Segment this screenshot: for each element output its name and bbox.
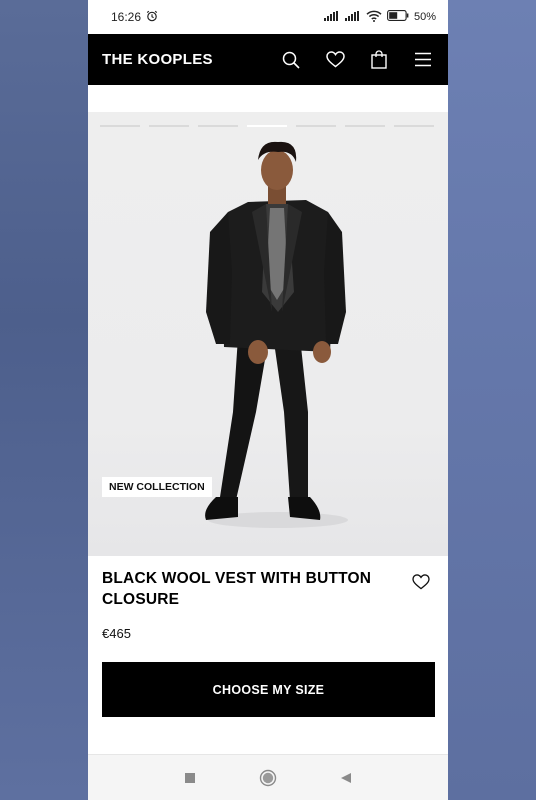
header-spacer bbox=[88, 85, 448, 112]
home-button[interactable] bbox=[258, 768, 278, 788]
wishlist-heart-icon[interactable] bbox=[412, 574, 432, 594]
product-image-carousel[interactable]: NEW COLLECTION bbox=[88, 112, 448, 556]
product-info: BLACK WOOL VEST WITH BUTTON CLOSURE €465 bbox=[102, 568, 434, 641]
heart-icon[interactable] bbox=[324, 49, 346, 71]
choose-size-button[interactable]: CHOOSE MY SIZE bbox=[102, 662, 435, 717]
background-left bbox=[0, 0, 88, 800]
search-icon[interactable] bbox=[280, 49, 302, 71]
brand-logo[interactable]: THE KOOPLES bbox=[102, 51, 213, 68]
shopping-bag-icon[interactable] bbox=[368, 49, 390, 71]
alarm-icon bbox=[146, 10, 158, 25]
product-price: €465 bbox=[102, 626, 131, 641]
recent-apps-button[interactable] bbox=[180, 768, 200, 788]
wifi-icon bbox=[366, 10, 382, 25]
status-time: 16:26 bbox=[111, 10, 142, 24]
battery-icon bbox=[387, 10, 409, 24]
background-right bbox=[448, 0, 536, 800]
menu-icon[interactable] bbox=[412, 49, 434, 71]
back-button[interactable] bbox=[336, 768, 356, 788]
battery-percent: 50% bbox=[413, 11, 436, 23]
site-header: THE KOOPLES bbox=[88, 34, 448, 85]
signal-icon bbox=[323, 10, 340, 24]
new-collection-badge: NEW COLLECTION bbox=[102, 477, 212, 497]
signal-icon-2 bbox=[344, 10, 361, 24]
system-navigation-bar bbox=[88, 754, 448, 800]
status-bar: 16:26 50% bbox=[88, 0, 448, 34]
product-title: BLACK WOOL VEST WITH BUTTON CLOSURE bbox=[102, 570, 372, 608]
phone-screen: 16:26 50% THE KOOPLES NEW COLLECTION BLA… bbox=[88, 0, 448, 800]
